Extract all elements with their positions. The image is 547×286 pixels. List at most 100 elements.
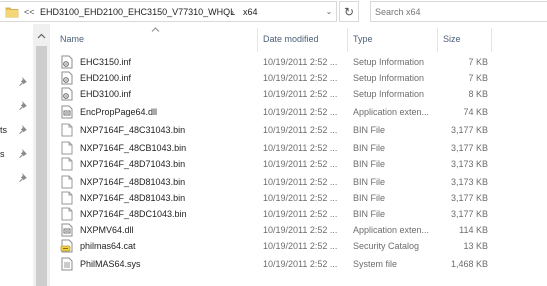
file-size: 7 KB — [468, 73, 488, 83]
dll-icon — [61, 105, 73, 119]
refresh-button[interactable]: ↻ — [339, 1, 359, 22]
file-row[interactable]: NXPMV64.dll 10/19/2011 2:52 ... Applicat… — [50, 222, 547, 238]
breadcrumb-chevron-icon[interactable]: › — [231, 7, 234, 17]
file-row[interactable]: NXP7164F_48DC1043.bin 10/19/2011 2:52 ..… — [50, 206, 547, 222]
file-row[interactable]: EHC3150.inf 10/19/2011 2:52 ... Setup In… — [50, 54, 547, 70]
file-row[interactable]: EHD3100.inf 10/19/2011 2:52 ... Setup In… — [50, 86, 547, 102]
column-divider[interactable] — [257, 28, 258, 52]
pin-icon[interactable] — [18, 148, 28, 158]
file-size: 13 KB — [463, 241, 488, 251]
breadcrumb-item-driver-folder[interactable]: EHD3100_EHD2100_EHC3150_V77310_WHQL — [40, 7, 235, 17]
file-date: 10/19/2011 2:52 ... — [263, 225, 338, 235]
file-name: NXP7164F_48C31043.bin — [80, 125, 186, 135]
file-size: 74 KB — [463, 107, 488, 117]
breadcrumb-item-x64[interactable]: x64 — [243, 7, 258, 17]
file-size: 3,177 KB — [450, 209, 488, 219]
column-header-name[interactable]: Name — [60, 34, 84, 52]
address-bar-row: << EHD3100_EHD2100_EHC3150_V77310_WHQL ›… — [0, 0, 547, 24]
file-type: Setup Information — [353, 57, 425, 67]
file-row[interactable]: NXP7164F_48D81043.bin 10/19/2011 2:52 ..… — [50, 190, 547, 206]
file-name: philmas64.cat — [80, 241, 136, 251]
file-name: PhilMAS64.sys — [80, 259, 141, 269]
file-size: 3,173 KB — [450, 159, 488, 169]
file-name: NXP7164F_48D71043.bin — [80, 159, 186, 169]
file-row[interactable]: EncPropPage64.dll 10/19/2011 2:52 ... Ap… — [50, 104, 547, 120]
file-date: 10/19/2011 2:52 ... — [263, 143, 338, 153]
setup-info-icon — [61, 71, 73, 85]
file-row[interactable]: philmas64.cat 10/19/2011 2:52 ... Securi… — [50, 238, 547, 254]
file-name: EncPropPage64.dll — [80, 107, 158, 117]
dll-icon — [61, 223, 73, 237]
file-date: 10/19/2011 2:52 ... — [263, 193, 338, 203]
file-type: Application exten... — [353, 107, 430, 117]
chevron-up-icon — [37, 33, 46, 39]
pin-icon[interactable] — [18, 76, 28, 86]
setup-info-icon — [61, 55, 73, 69]
bin-file-icon — [61, 191, 73, 205]
nav-item-label[interactable]: s — [0, 149, 5, 159]
column-divider[interactable] — [491, 28, 492, 52]
file-type: BIN File — [353, 177, 386, 187]
nav-item-label[interactable]: ts — [0, 125, 7, 135]
bin-file-icon — [61, 123, 73, 137]
file-size: 1,468 KB — [450, 259, 488, 269]
file-row[interactable]: NXP7164F_48CB1043.bin 10/19/2011 2:52 ..… — [50, 140, 547, 156]
file-size: 3,173 KB — [450, 177, 488, 187]
file-row[interactable]: NXP7164F_48C31043.bin 10/19/2011 2:52 ..… — [50, 122, 547, 138]
pin-icon[interactable] — [18, 172, 28, 182]
column-header-date-modified[interactable]: Date modified — [263, 34, 319, 52]
file-size: 3,177 KB — [450, 193, 488, 203]
file-row[interactable]: EHD2100.inf 10/19/2011 2:52 ... Setup In… — [50, 70, 547, 86]
file-name: NXP7164F_48D81043.bin — [80, 177, 186, 187]
file-size: 8 KB — [468, 89, 488, 99]
bin-file-icon — [61, 141, 73, 155]
file-type: BIN File — [353, 143, 386, 153]
vertical-scrollbar[interactable] — [33, 24, 50, 286]
file-type: System file — [353, 259, 398, 269]
scroll-up-button[interactable] — [33, 29, 50, 43]
bin-file-icon — [61, 207, 73, 221]
system-file-icon — [61, 257, 73, 271]
file-date: 10/19/2011 2:52 ... — [263, 241, 338, 251]
file-date: 10/19/2011 2:52 ... — [263, 73, 338, 83]
pin-icon[interactable] — [18, 124, 28, 134]
file-size: 3,177 KB — [450, 143, 488, 153]
file-name: EHD2100.inf — [80, 73, 132, 83]
file-type: Setup Information — [353, 89, 425, 99]
pin-icon[interactable] — [18, 100, 28, 110]
file-name: NXP7164F_48D81043.bin — [80, 193, 186, 203]
file-date: 10/19/2011 2:52 ... — [263, 159, 338, 169]
file-type: Security Catalog — [353, 241, 420, 251]
address-dropdown-icon[interactable]: ⌄ — [322, 2, 336, 21]
search-input[interactable] — [375, 4, 535, 19]
file-name: EHC3150.inf — [80, 57, 132, 67]
setup-info-icon — [61, 87, 73, 101]
scroll-thumb[interactable] — [36, 46, 47, 286]
search-box[interactable] — [370, 1, 547, 22]
file-type: BIN File — [353, 159, 386, 169]
file-row[interactable]: NXP7164F_48D71043.bin 10/19/2011 2:52 ..… — [50, 156, 547, 172]
file-name: NXP7164F_48DC1043.bin — [80, 209, 187, 219]
file-name: NXPMV64.dll — [80, 225, 134, 235]
breadcrumb-overflow[interactable]: << — [24, 7, 35, 17]
column-divider[interactable] — [437, 28, 438, 52]
file-row[interactable]: PhilMAS64.sys 10/19/2011 2:52 ... System… — [50, 256, 547, 272]
file-name: NXP7164F_48CB1043.bin — [80, 143, 187, 153]
file-name: EHD3100.inf — [80, 89, 132, 99]
file-size: 3,177 KB — [450, 125, 488, 135]
column-divider[interactable] — [347, 28, 348, 52]
security-catalog-icon — [60, 239, 73, 253]
file-size: 114 KB — [459, 225, 488, 235]
bin-file-icon — [61, 175, 73, 189]
folder-icon — [5, 7, 19, 18]
file-date: 10/19/2011 2:52 ... — [263, 259, 338, 269]
file-date: 10/19/2011 2:52 ... — [263, 177, 338, 187]
column-header-size[interactable]: Size — [443, 34, 461, 52]
file-type: Setup Information — [353, 73, 425, 83]
file-date: 10/19/2011 2:52 ... — [263, 57, 338, 67]
file-date: 10/19/2011 2:52 ... — [263, 209, 338, 219]
column-header-type[interactable]: Type — [353, 34, 373, 52]
file-date: 10/19/2011 2:52 ... — [263, 89, 338, 99]
file-row[interactable]: NXP7164F_48D81043.bin 10/19/2011 2:52 ..… — [50, 174, 547, 190]
address-bar[interactable]: << EHD3100_EHD2100_EHC3150_V77310_WHQL ›… — [0, 1, 337, 22]
